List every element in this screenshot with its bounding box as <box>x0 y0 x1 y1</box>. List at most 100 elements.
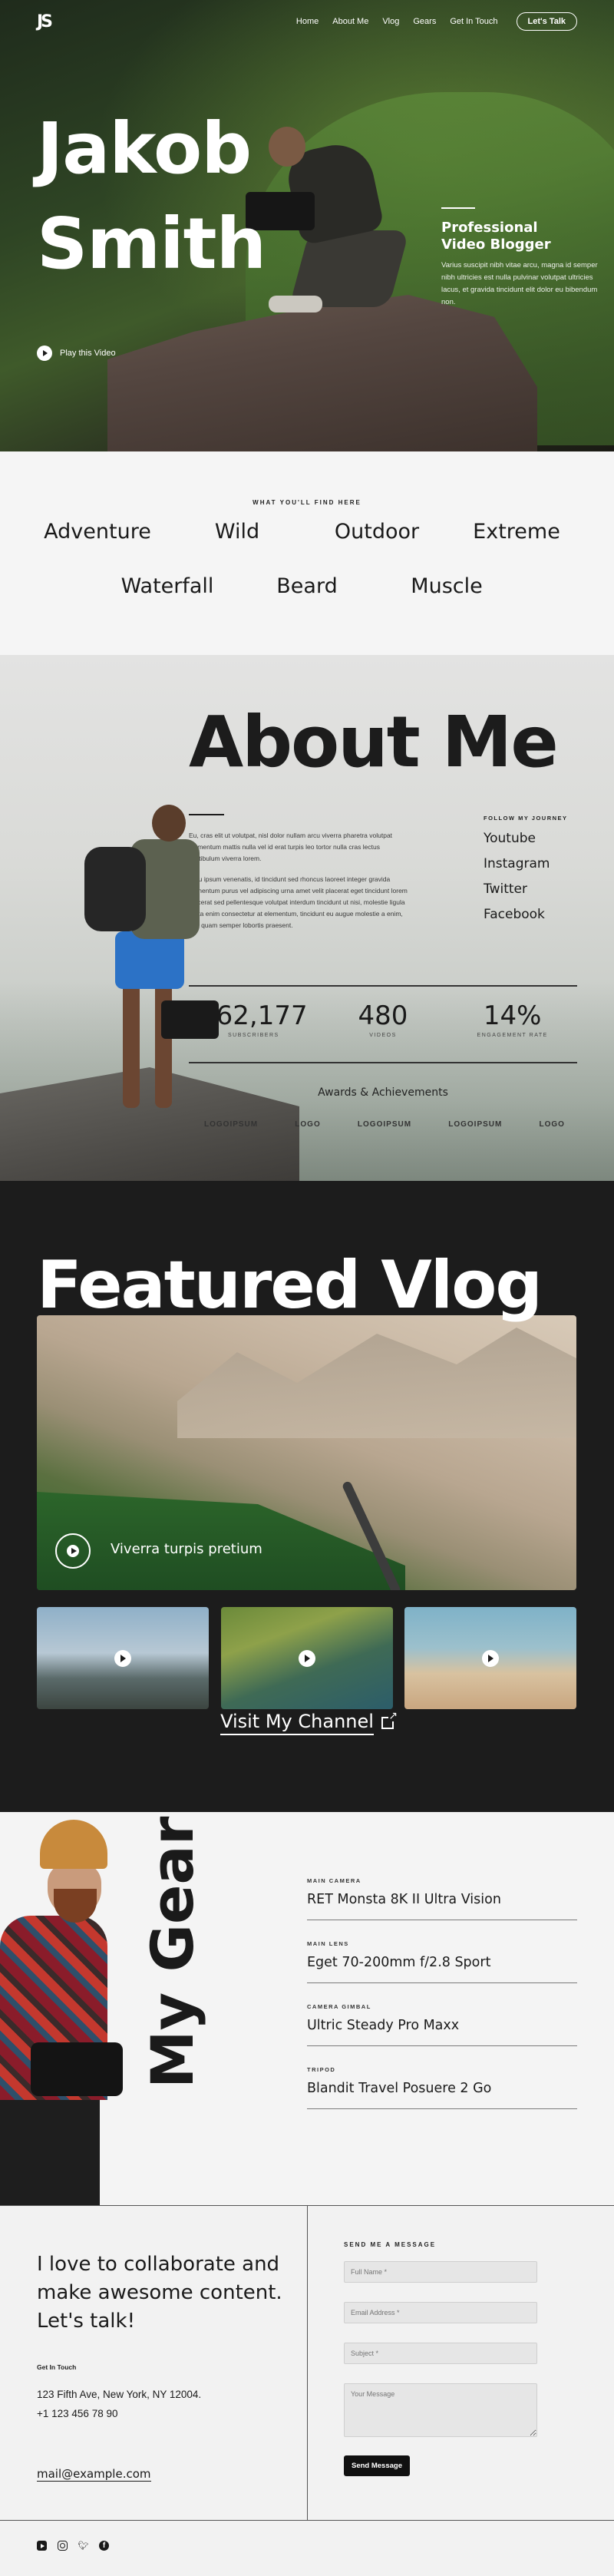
footer: 🐦︎ f <box>0 2520 614 2576</box>
nav-link-gears[interactable]: Gears <box>413 17 436 26</box>
twitter-icon[interactable]: 🐦︎ <box>78 2541 89 2551</box>
hero-role-block: Professional Video Blogger Varius suscip… <box>441 207 602 309</box>
about-title: About Me <box>189 701 559 783</box>
send-message-button[interactable]: Send Message <box>344 2455 410 2476</box>
play-video-button[interactable]: Play this Video <box>37 346 116 361</box>
subject-input[interactable] <box>344 2343 537 2364</box>
email-input[interactable] <box>344 2302 537 2323</box>
nav-link-get-in-touch[interactable]: Get In Touch <box>450 17 497 26</box>
contact-section: I love to collaborate and make awesome c… <box>0 2205 614 2520</box>
featured-vlog-section: Viverra turpis pretium Featured Vlog Vis… <box>0 1181 614 1812</box>
gear-item: MAIN CAMERA RET Monsta 8K II Ultra Visio… <box>307 1877 577 1920</box>
stat-value: 480 <box>358 1000 408 1031</box>
hero-role-line2: Video Blogger <box>441 236 551 253</box>
external-link-icon <box>381 1711 398 1729</box>
site-logo[interactable]: JS <box>37 12 53 31</box>
topic-wild: Wild <box>214 520 260 544</box>
nav-link-home[interactable]: Home <box>296 17 319 26</box>
contact-headline: I love to collaborate and make awesome c… <box>37 2253 282 2333</box>
gear-item-value: Blandit Travel Posuere 2 Go <box>307 2081 492 2096</box>
topic-beard: Beard <box>276 574 338 598</box>
about-section: About Me Eu, cras elit ut volutpat, nisl… <box>0 655 614 1181</box>
video-thumbnail[interactable] <box>220 1607 393 1709</box>
play-icon <box>298 1650 315 1667</box>
nav-link-about[interactable]: About Me <box>332 17 368 26</box>
nav-links: Home About Me Vlog Gears Get In Touch Le… <box>296 12 577 31</box>
topic-outdoor: Outdoor <box>334 520 420 544</box>
about-paragraph-1: Eu, cras elit ut volutpat, nisl dolor nu… <box>189 832 393 862</box>
social-link-twitter[interactable]: Twitter <box>484 881 568 897</box>
topic-muscle: Muscle <box>411 574 483 598</box>
facebook-icon[interactable]: f <box>99 2541 109 2551</box>
featured-video-play-icon[interactable] <box>55 1533 91 1569</box>
visit-channel-link[interactable]: Visit My Channel <box>0 1711 614 1735</box>
social-link-facebook[interactable]: Facebook <box>484 907 568 922</box>
video-thumbnails <box>37 1607 576 1709</box>
gear-section: My Gear MAIN CAMERA RET Monsta 8K II Ult… <box>0 1812 614 2205</box>
gear-list: MAIN CAMERA RET Monsta 8K II Ultra Visio… <box>307 1877 577 2129</box>
main-nav: JS Home About Me Vlog Gears Get In Touch… <box>0 0 614 43</box>
gear-item-label: MAIN CAMERA <box>307 1877 361 1884</box>
stat-caption: ENGAGEMENT RATE <box>477 1033 548 1038</box>
nav-link-vlog[interactable]: Vlog <box>382 17 399 26</box>
hero-role-title: Professional Video Blogger <box>441 220 602 253</box>
youtube-icon[interactable] <box>37 2541 47 2551</box>
play-icon <box>114 1650 131 1667</box>
social-link-youtube[interactable]: Youtube <box>484 831 568 846</box>
stats-divider-top <box>189 985 577 987</box>
stats-divider-bottom <box>189 1062 577 1063</box>
contact-phone[interactable]: +1 123 456 78 90 <box>37 2404 201 2423</box>
gear-item-label: CAMERA GIMBAL <box>307 2003 371 2010</box>
topics-eyebrow: WHAT YOU'LL FIND HERE <box>253 499 361 506</box>
topics-row-2: Waterfall Beard Muscle <box>0 574 614 598</box>
award-logo: LOGO <box>295 1120 321 1129</box>
social-link-instagram[interactable]: Instagram <box>484 856 568 871</box>
stat-engagement: 14% ENGAGEMENT RATE <box>447 1000 577 1038</box>
hero-last-name: Smith <box>37 203 266 285</box>
topic-waterfall: Waterfall <box>120 574 214 598</box>
contact-info: 123 Fifth Ave, New York, NY 12004. +1 12… <box>37 2385 201 2423</box>
featured-video-title: Viverra turpis pretium <box>111 1541 262 1557</box>
gear-item-value: RET Monsta 8K II Ultra Vision <box>307 1892 501 1907</box>
lets-talk-button[interactable]: Let's Talk <box>516 12 577 31</box>
gear-item-value: Eget 70-200mm f/2.8 Sport <box>307 1955 491 1970</box>
award-logos: LOGOIPSUM LOGO LOGOIPSUM LOGOIPSUM LOGO <box>204 1120 565 1129</box>
featured-video[interactable]: Viverra turpis pretium <box>37 1315 576 1590</box>
awards-title: Awards & Achievements <box>318 1086 448 1099</box>
award-logo: LOGOIPSUM <box>448 1120 503 1129</box>
hero-photo-videographer <box>246 123 414 322</box>
about-text: Eu, cras elit ut volutpat, nisl dolor nu… <box>189 830 411 931</box>
stat-caption: VIDEOS <box>369 1033 397 1038</box>
message-textarea[interactable] <box>344 2383 537 2437</box>
hero-role-line1: Professional <box>441 220 538 236</box>
gear-item-label: TRIPOD <box>307 2066 336 2073</box>
contact-divider <box>307 2206 308 2520</box>
get-in-touch-label: Get In Touch <box>37 2363 77 2371</box>
hero-first-name: Jakob <box>37 107 252 190</box>
award-logo: LOGO <box>539 1120 565 1129</box>
hero-description: Varius suscipit nibh vitae arcu, magna i… <box>441 261 598 306</box>
stat-videos: 480 VIDEOS <box>319 1000 448 1038</box>
about-paragraph-2: Arcu ipsum venenatis, id tincidunt sed r… <box>189 875 408 929</box>
contact-address: 123 Fifth Ave, New York, NY 12004. <box>37 2389 202 2400</box>
play-icon <box>482 1650 499 1667</box>
award-logo: LOGOIPSUM <box>357 1120 412 1129</box>
contact-email-link[interactable]: mail@example.com <box>37 2467 151 2482</box>
instagram-icon[interactable] <box>58 2541 68 2551</box>
follow-label: FOLLOW MY JOURNEY <box>484 815 568 822</box>
gear-item: TRIPOD Blandit Travel Posuere 2 Go <box>307 2066 577 2109</box>
gear-item: MAIN LENS Eget 70-200mm f/2.8 Sport <box>307 1940 577 1983</box>
gear-item-label: MAIN LENS <box>307 1940 349 1947</box>
award-logo: LOGOIPSUM <box>204 1120 259 1129</box>
full-name-input[interactable] <box>344 2261 537 2283</box>
gear-photo-videographer <box>0 1812 130 2205</box>
play-icon <box>37 346 52 361</box>
video-thumbnail[interactable] <box>404 1607 576 1709</box>
gear-title: My Gear <box>138 1816 206 2088</box>
hero-name: Jakob Smith <box>37 101 266 292</box>
topics-row-1: Adventure Wild Outdoor Extreme <box>0 520 614 544</box>
hero-section: JS Home About Me Vlog Gears Get In Touch… <box>0 0 614 451</box>
video-thumbnail[interactable] <box>37 1607 209 1709</box>
about-photo-hiker <box>84 805 219 1112</box>
footer-social-icons: 🐦︎ f <box>37 2541 109 2551</box>
